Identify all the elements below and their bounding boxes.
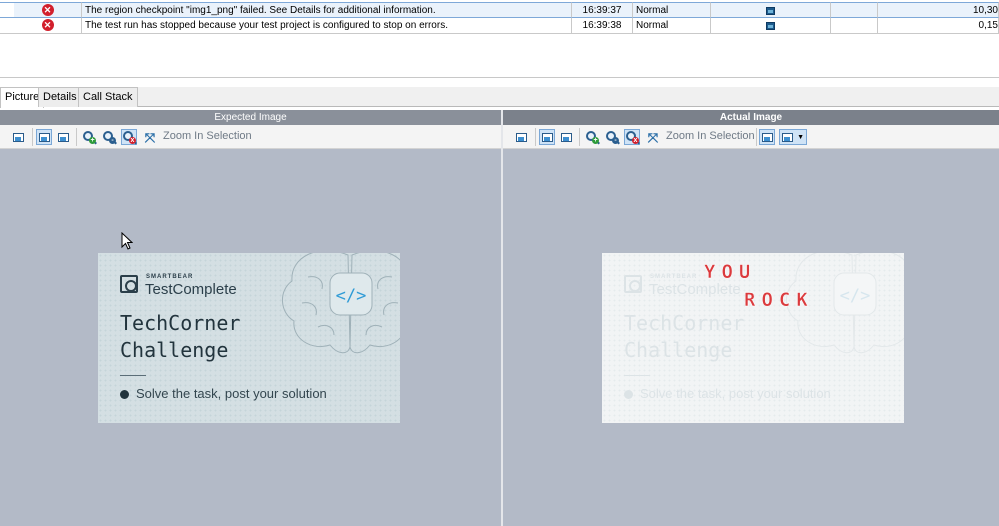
banner-title: TechCorner Challenge	[624, 311, 745, 362]
tab-details[interactable]: Details	[38, 87, 82, 107]
expected-pane-title: Expected Image	[0, 110, 501, 125]
expected-image-pane: Expected Image + - x ⤧ Zoom In Selection…	[0, 110, 501, 526]
brand-name: TestComplete	[145, 281, 237, 298]
picture-icon	[766, 22, 775, 30]
log-priority: Normal	[633, 2, 711, 18]
log-row[interactable]: ✕ The region checkpoint "img1_png" faile…	[0, 2, 999, 18]
log-table: ✕ The region checkpoint "img1_png" faile…	[0, 0, 999, 78]
details-tab-bar: Picture Details Call Stack	[0, 87, 999, 108]
window-icon	[13, 133, 24, 142]
svg-text:</>: </>	[840, 286, 871, 306]
row-gutter	[0, 2, 14, 18]
log-time: 16:39:38	[572, 18, 633, 34]
actual-toolbar: + - x ⤧ Zoom In Selection ▼	[503, 125, 999, 149]
row-empty-cell	[831, 2, 878, 18]
svg-text:</>: </>	[336, 286, 367, 306]
chevron-down-icon: ▼	[797, 134, 804, 141]
difference-text-rock: ROCK	[744, 289, 814, 312]
log-row[interactable]: ✕ The test run has stopped because your …	[0, 18, 999, 34]
tab-call-stack[interactable]: Call Stack	[78, 87, 138, 107]
row-picture[interactable]	[711, 2, 831, 18]
log-priority: Normal	[633, 18, 711, 34]
zoom-reset-button[interactable]: x	[121, 129, 137, 145]
expected-toolbar: + - x ⤧ Zoom In Selection	[0, 125, 501, 149]
log-value: 10,30	[878, 2, 999, 18]
error-icon: ✕	[41, 4, 54, 16]
zoom-fit-button[interactable]: ⤧	[644, 129, 660, 145]
select-region-button[interactable]	[558, 129, 574, 145]
compare-mode-icon	[782, 133, 793, 142]
difference-text-you: YOU	[704, 261, 757, 284]
fit-image-button[interactable]	[36, 129, 52, 145]
zoom-out-button[interactable]: -	[101, 129, 117, 145]
log-value: 0,15	[878, 18, 999, 34]
open-image-button[interactable]	[10, 129, 26, 145]
row-type: ✕	[14, 18, 82, 34]
zoom-in-selection-button[interactable]: Zoom In Selection	[666, 130, 755, 142]
compare-icon	[762, 133, 773, 142]
row-gutter	[0, 18, 14, 34]
log-time: 16:39:37	[572, 2, 633, 18]
banner-title: TechCorner Challenge	[120, 311, 241, 362]
brand-name: TestComplete	[649, 281, 741, 298]
actual-image-pane: Actual Image + - x ⤧ Zoom In Selection ▼…	[503, 110, 999, 526]
testcomplete-logo	[120, 275, 138, 293]
log-message: The region checkpoint "img1_png" failed.…	[82, 2, 572, 18]
fit-icon	[542, 133, 553, 142]
expand-icon: ⤧	[647, 130, 659, 145]
actual-banner-image: </> SMARTBEAR TestComplete TechCorner Ch…	[602, 253, 904, 423]
open-image-button[interactable]	[513, 129, 529, 145]
zoom-in-button[interactable]: +	[81, 129, 97, 145]
row-picture[interactable]	[711, 18, 831, 34]
zoom-in-selection-button[interactable]: Zoom In Selection	[163, 130, 252, 142]
fit-image-button[interactable]	[539, 129, 555, 145]
expected-banner-image: </> SMARTBEAR TestComplete TechCorner Ch…	[98, 253, 400, 423]
expand-icon: ⤧	[144, 130, 156, 145]
cursor-window-icon	[58, 133, 69, 142]
mouse-cursor-icon	[121, 232, 133, 250]
row-type: ✕	[14, 2, 82, 18]
fit-icon	[39, 133, 50, 142]
brand-small: SMARTBEAR	[146, 274, 194, 280]
bullet-icon	[120, 390, 129, 399]
select-region-button[interactable]	[55, 129, 71, 145]
zoom-in-button[interactable]: +	[584, 129, 600, 145]
zoom-reset-button[interactable]: x	[624, 129, 640, 145]
cursor-window-icon	[561, 133, 572, 142]
row-empty-cell	[831, 18, 878, 34]
error-icon: ✕	[41, 19, 54, 31]
window-icon	[516, 133, 527, 142]
testcomplete-logo	[624, 275, 642, 293]
log-message: The test run has stopped because your te…	[82, 18, 572, 34]
banner-subtitle: Solve the task, post your solution	[136, 386, 327, 401]
banner-subtitle: Solve the task, post your solution	[640, 386, 831, 401]
zoom-fit-button[interactable]: ⤧	[141, 129, 157, 145]
brain-graphic: </>	[282, 253, 400, 354]
picture-icon	[766, 7, 775, 15]
brand-small: SMARTBEAR	[650, 274, 698, 280]
zoom-out-button[interactable]: -	[604, 129, 620, 145]
actual-pane-title: Actual Image	[503, 110, 999, 125]
bullet-icon	[624, 390, 633, 399]
view-mode-dropdown[interactable]: ▼	[779, 129, 807, 145]
highlight-differences-button[interactable]	[759, 129, 775, 145]
